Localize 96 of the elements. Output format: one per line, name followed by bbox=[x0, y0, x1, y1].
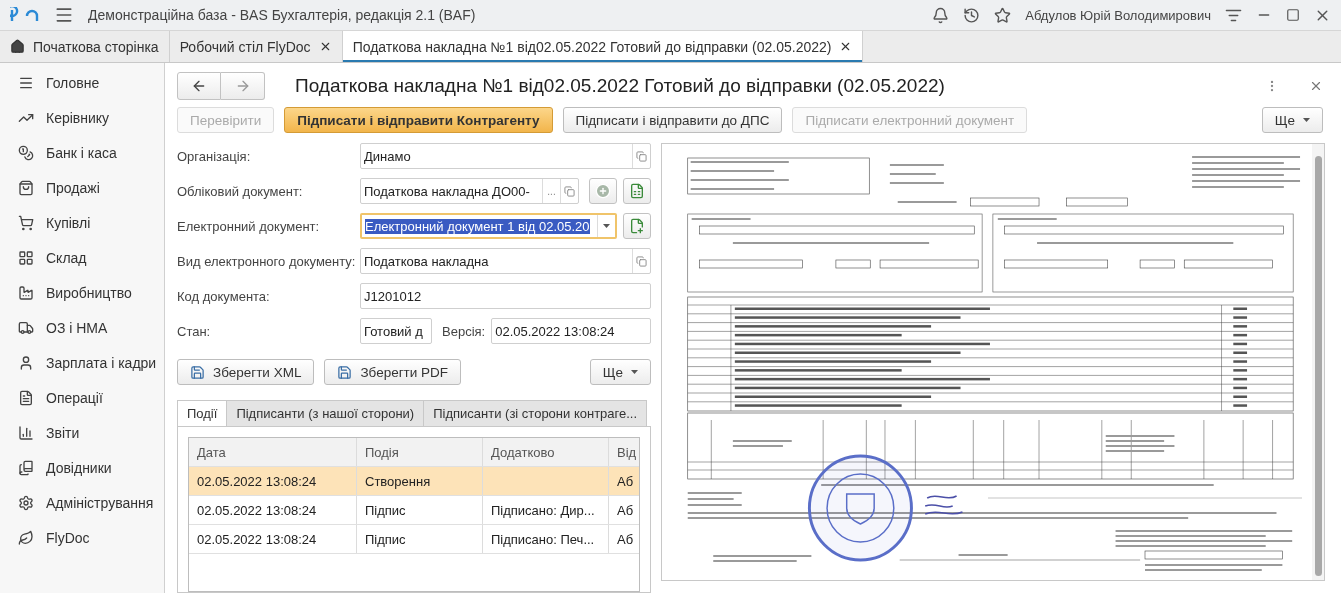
open-icon[interactable] bbox=[636, 255, 647, 267]
table-cell: Підписано: Печ... bbox=[483, 525, 609, 553]
table-cell: Аб bbox=[609, 496, 639, 524]
history-icon[interactable] bbox=[963, 6, 981, 24]
home-icon bbox=[10, 39, 25, 54]
factory-icon bbox=[18, 284, 34, 301]
settings-icon bbox=[18, 494, 34, 511]
input-field[interactable]: Динамо bbox=[360, 143, 651, 169]
sidebar-item[interactable]: Керівнику bbox=[0, 100, 164, 135]
more-button[interactable]: Ще bbox=[589, 359, 651, 385]
open-icon[interactable] bbox=[636, 150, 647, 162]
save-button[interactable]: Зберегти XML bbox=[177, 359, 315, 385]
table-row[interactable]: 02.05.2022 13:08:24 Підпис Підписано: Дир... Аб bbox=[189, 496, 639, 525]
menu-icon[interactable] bbox=[54, 5, 74, 25]
save-icon bbox=[190, 364, 205, 380]
dropdown-field[interactable]: Електронний документ 1 від 02.05.20 bbox=[360, 213, 617, 239]
file-plus-icon bbox=[629, 218, 645, 234]
maximize-icon[interactable] bbox=[1286, 8, 1300, 22]
document-icon bbox=[18, 389, 34, 406]
leaf-icon bbox=[18, 529, 34, 546]
plus-icon bbox=[595, 183, 611, 199]
back-icon bbox=[191, 78, 207, 94]
new-document-button[interactable] bbox=[623, 213, 651, 239]
sidebar-item[interactable]: Операції bbox=[0, 380, 164, 415]
user-name[interactable]: Абдулов Юрій Володимирович bbox=[1025, 7, 1211, 23]
table-cell: Аб bbox=[609, 467, 639, 495]
spreadsheet-icon bbox=[629, 183, 645, 199]
field-label: Вид електронного документу: bbox=[177, 253, 357, 269]
scrollbar[interactable] bbox=[1312, 144, 1324, 580]
sidebar-item[interactable]: Довідники bbox=[0, 450, 164, 485]
sidebar-item[interactable]: Продажі bbox=[0, 170, 164, 205]
sidebar-item[interactable]: FlyDoc bbox=[0, 520, 164, 555]
input-field[interactable]: J1201012 bbox=[360, 283, 651, 309]
tab[interactable]: Підписанти (зі сторони контраге... bbox=[423, 400, 648, 426]
form-title: Податкова накладна №1 від02.05.2022 Готовий до відправки (02.05.2022) bbox=[295, 75, 946, 97]
input-field[interactable]: Готовий д bbox=[360, 318, 432, 344]
command-button[interactable]: Підписати і відправити до ДПС bbox=[562, 107, 783, 133]
save-icon bbox=[337, 364, 353, 380]
column-header[interactable]: Від bbox=[609, 438, 639, 466]
sidebar-item[interactable]: Банк і каса bbox=[0, 135, 164, 170]
input-field[interactable]: Податкова накладна ДО00- ... bbox=[360, 178, 579, 204]
table-cell: Підписано: Дир... bbox=[483, 496, 609, 524]
more-button[interactable]: Ще bbox=[1261, 107, 1323, 133]
tab[interactable]: Підписанти (з нашої сторони) bbox=[226, 400, 425, 426]
tab[interactable]: Робочий стіл FlyDoc bbox=[169, 31, 343, 62]
bar-chart-icon bbox=[18, 424, 34, 441]
truck-icon bbox=[18, 319, 34, 336]
table-cell: Підпис bbox=[357, 496, 483, 524]
table-row[interactable]: 02.05.2022 13:08:24 Підпис Підписано: Печ... Аб bbox=[189, 525, 639, 554]
save-button[interactable]: Зберегти PDF bbox=[324, 359, 462, 385]
caret-icon bbox=[631, 370, 638, 374]
tab[interactable]: Події bbox=[177, 400, 228, 426]
bag-icon bbox=[18, 179, 34, 196]
field-label: Версія: bbox=[442, 323, 486, 339]
sidebar-item[interactable]: Головне bbox=[0, 65, 164, 100]
caret-icon bbox=[1303, 118, 1310, 122]
table-cell: Створення bbox=[357, 467, 483, 495]
window-title: Демонстраційна база - BAS Бухгалтерія, редакція 2.1 (BAF) bbox=[88, 7, 477, 23]
sidebar-item[interactable]: Склад bbox=[0, 240, 164, 275]
sidebar-item[interactable]: ОЗ і НМА bbox=[0, 310, 164, 345]
coin-icon bbox=[18, 144, 34, 161]
field-label: Стан: bbox=[177, 323, 212, 339]
command-button[interactable]: Підписати і відправити Контрагенту bbox=[284, 107, 553, 133]
table-row[interactable]: 02.05.2022 13:08:24 Створення Аб bbox=[189, 467, 639, 496]
column-header[interactable]: Подія bbox=[357, 438, 483, 466]
sidebar-item[interactable]: Купівлі bbox=[0, 205, 164, 240]
sidebar-item[interactable]: Звіти bbox=[0, 415, 164, 450]
input-field[interactable]: 02.05.2022 13:08:24 bbox=[491, 318, 651, 344]
back-button[interactable] bbox=[177, 72, 221, 100]
cart-icon bbox=[18, 214, 34, 231]
grid-icon bbox=[18, 249, 34, 266]
tab[interactable]: Податкова накладна №1 від02.05.2022 Готовий до відправки (02.05.2022) bbox=[342, 31, 864, 62]
field-label: Обліковий документ: bbox=[177, 183, 304, 199]
sidebar-item[interactable]: Адміністрування bbox=[0, 485, 164, 520]
open-icon[interactable] bbox=[564, 185, 575, 197]
table-cell: Підпис bbox=[357, 525, 483, 553]
books-icon bbox=[18, 459, 34, 476]
person-icon bbox=[18, 354, 34, 371]
sidebar-item[interactable]: Зарплата і кадри bbox=[0, 345, 164, 380]
table-cell: 02.05.2022 13:08:24 bbox=[189, 467, 357, 495]
star-icon[interactable] bbox=[994, 6, 1012, 24]
logo-icon bbox=[10, 7, 40, 23]
bell-icon[interactable] bbox=[932, 6, 950, 24]
sidebar-item[interactable]: Виробництво bbox=[0, 275, 164, 310]
table-cell: Аб bbox=[609, 525, 639, 553]
caret-icon bbox=[603, 224, 610, 228]
table-cell: 02.05.2022 13:08:24 bbox=[189, 525, 357, 553]
input-field[interactable]: Податкова накладна bbox=[360, 248, 651, 274]
field-label: Електронний документ: bbox=[177, 218, 321, 234]
export-button[interactable] bbox=[623, 178, 651, 204]
column-header[interactable]: Дата bbox=[189, 438, 357, 466]
tab[interactable]: Початкова сторінка bbox=[0, 31, 170, 62]
column-header[interactable]: Додатково bbox=[483, 438, 609, 466]
table-cell: 02.05.2022 13:08:24 bbox=[189, 496, 357, 524]
field-label: Код документа: bbox=[177, 288, 271, 304]
field-label: Організація: bbox=[177, 148, 252, 164]
